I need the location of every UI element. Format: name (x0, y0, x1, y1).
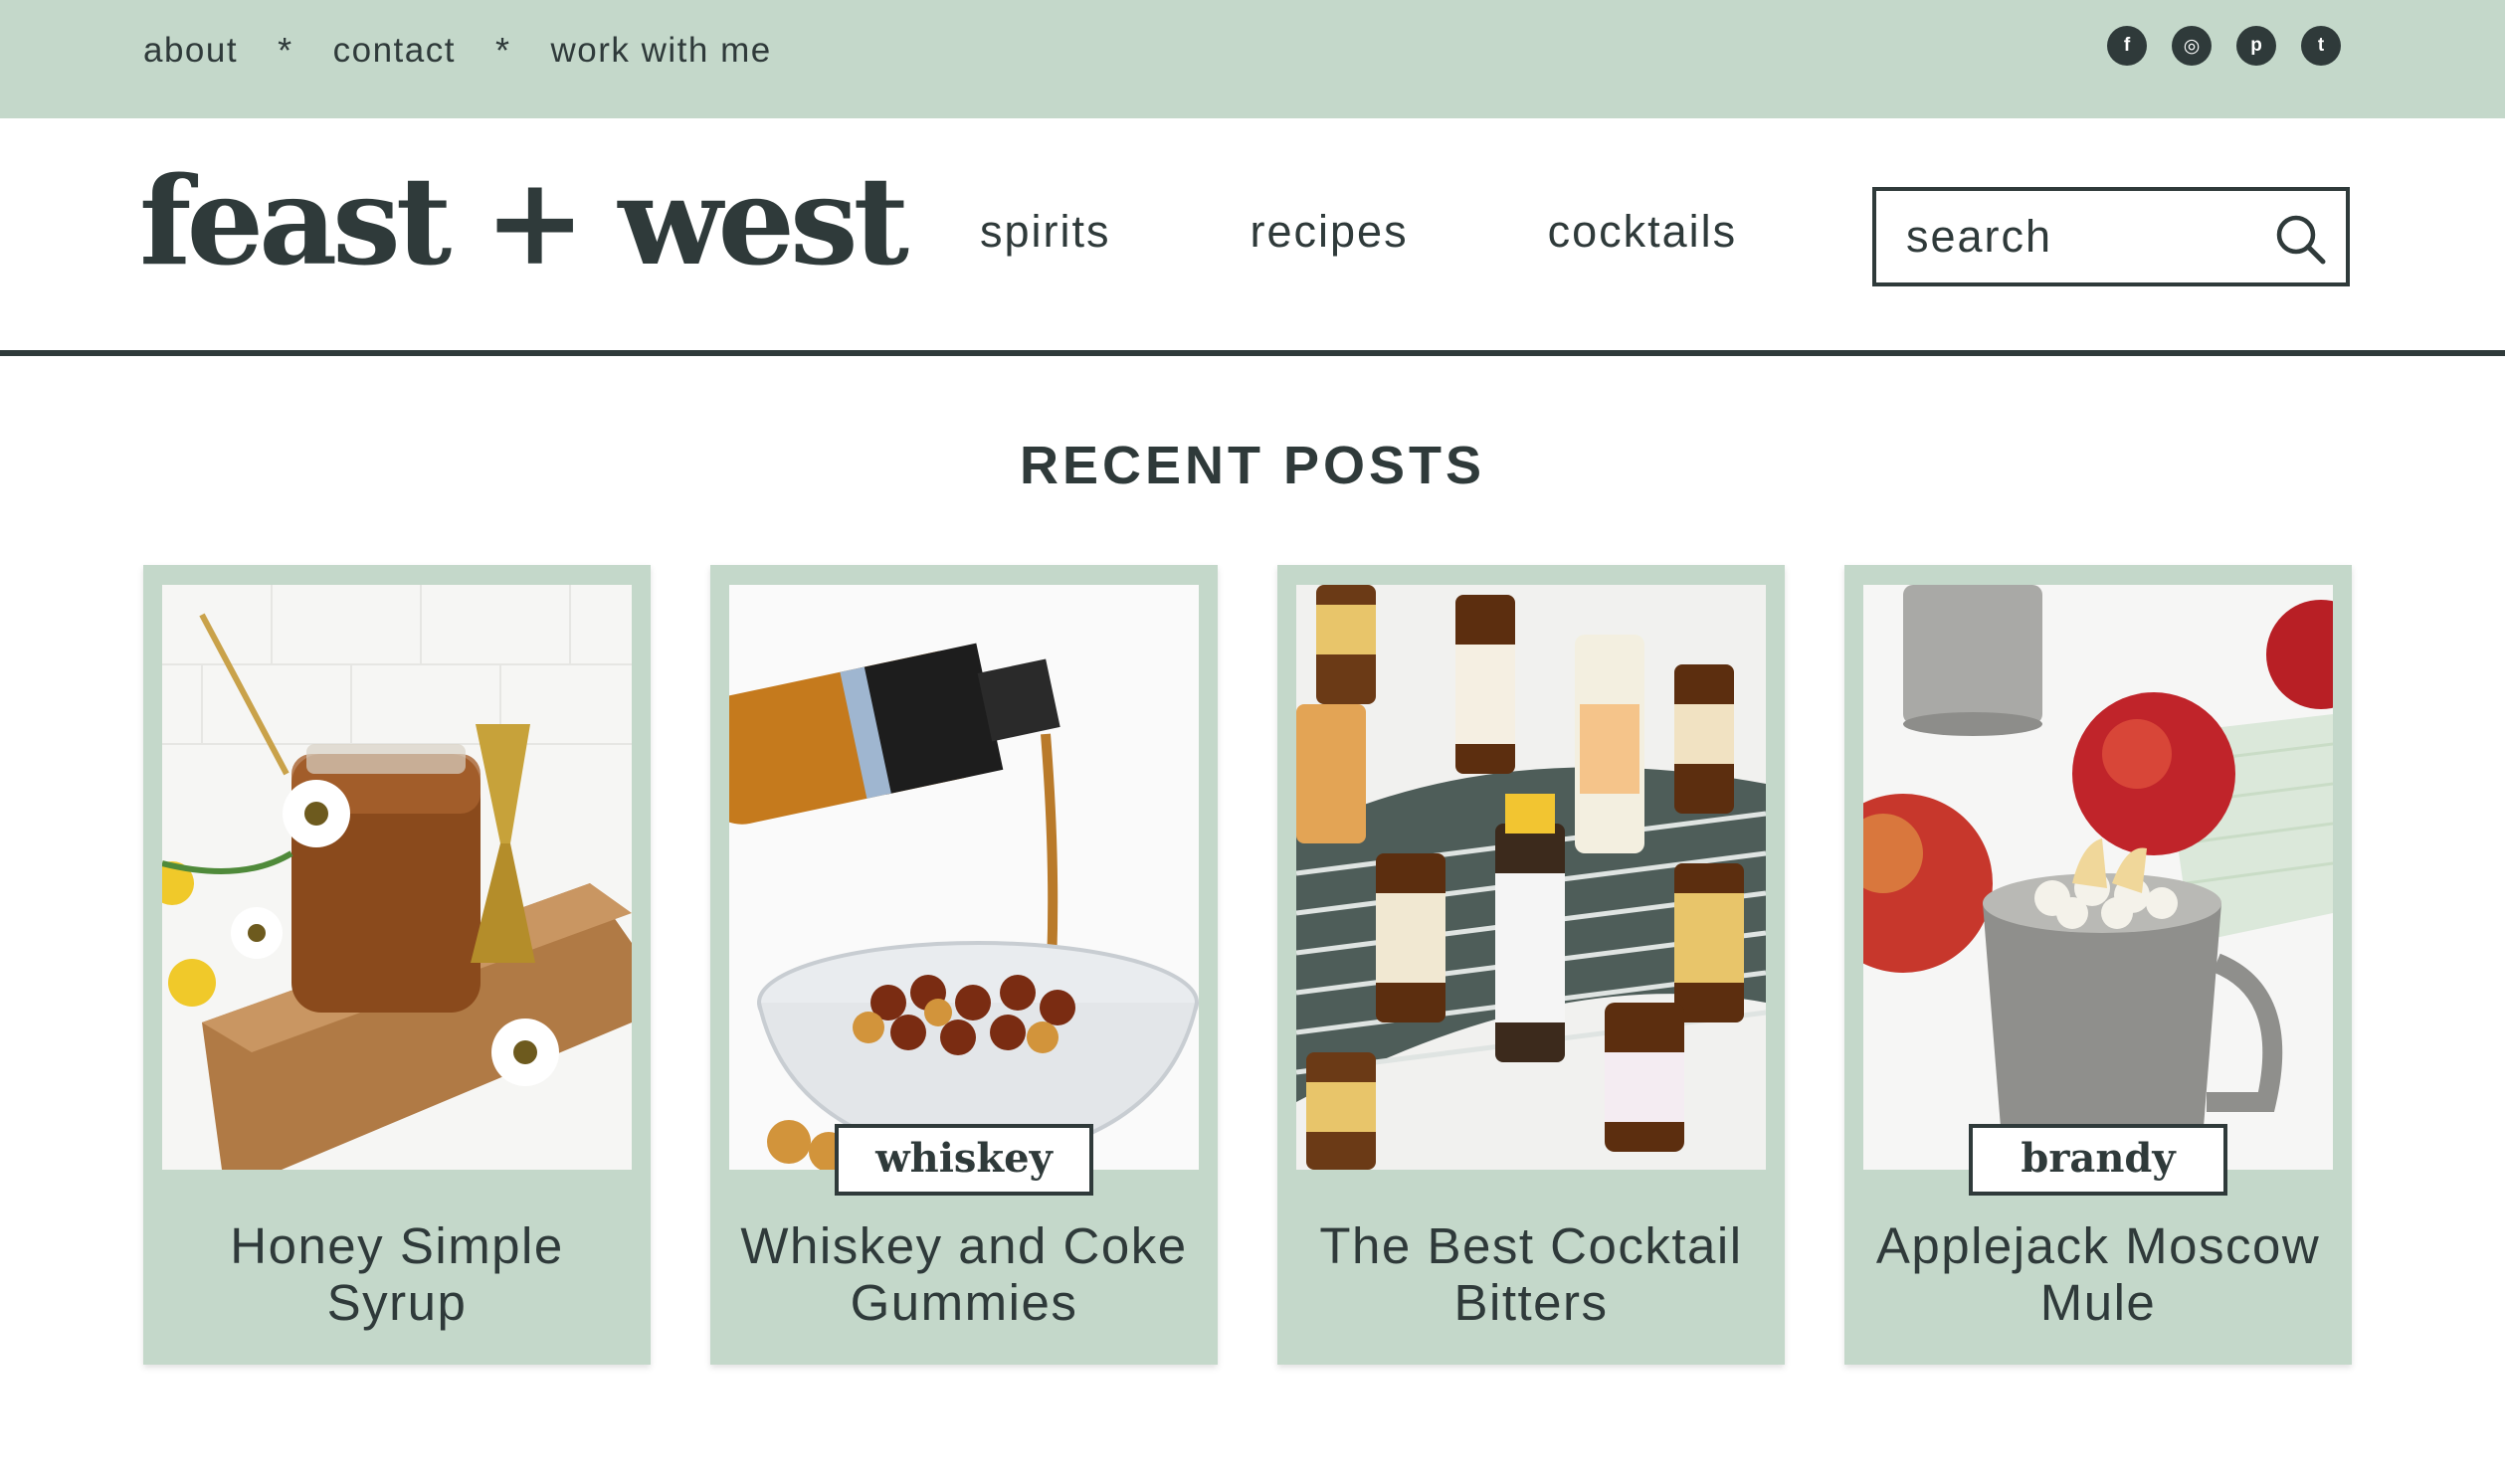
post-title[interactable]: Whiskey and Coke Gummies (730, 1217, 1198, 1331)
post-card[interactable]: brandy Applejack Moscow Mule (1844, 565, 2352, 1365)
nav-cocktails[interactable]: cocktails (1548, 206, 1738, 258)
twitter-icon[interactable]: t (2301, 26, 2341, 66)
separator: * (494, 30, 511, 71)
search-box (1872, 187, 2350, 286)
cocktail-bitters-photo (1296, 585, 1766, 1170)
top-bar: about * contact * work with me f ◎ p t (0, 0, 2505, 118)
header-divider (0, 350, 2505, 356)
site-logo[interactable]: feast + west (139, 160, 909, 281)
moscow-mule-photo (1863, 585, 2333, 1170)
pinterest-icon[interactable]: p (2236, 26, 2276, 66)
search-icon[interactable] (2272, 211, 2328, 267)
work-with-me-link[interactable]: work with me (550, 31, 771, 71)
whiskey-gummies-photo (729, 585, 1199, 1170)
separator: * (278, 30, 293, 71)
instagram-icon[interactable]: ◎ (2172, 26, 2212, 66)
main-nav: spirits recipes cocktails (980, 206, 1737, 258)
search-input[interactable] (1906, 209, 2264, 265)
post-title[interactable]: Honey Simple Syrup (163, 1217, 631, 1331)
post-title[interactable]: Applejack Moscow Mule (1864, 1217, 2332, 1331)
facebook-icon[interactable]: f (2107, 26, 2147, 66)
top-nav: about * contact * work with me (143, 30, 772, 72)
honey-syrup-photo (162, 585, 632, 1170)
nav-recipes[interactable]: recipes (1251, 206, 1409, 258)
post-image[interactable] (1863, 585, 2333, 1170)
post-card[interactable]: The Best Cocktail Bitters (1277, 565, 1785, 1365)
category-badge[interactable]: whiskey (835, 1124, 1093, 1196)
site-header: feast + west spirits recipes cocktails (0, 118, 2505, 357)
post-image[interactable] (162, 585, 632, 1170)
about-link[interactable]: about (143, 31, 238, 71)
post-card[interactable]: whiskey Whiskey and Coke Gummies (710, 565, 1218, 1365)
contact-link[interactable]: contact (333, 31, 456, 71)
post-card[interactable]: Honey Simple Syrup (143, 565, 651, 1365)
post-image[interactable] (729, 585, 1199, 1170)
post-image[interactable] (1296, 585, 1766, 1170)
post-title[interactable]: The Best Cocktail Bitters (1297, 1217, 1765, 1331)
social-links: f ◎ p t (2107, 26, 2341, 66)
category-badge[interactable]: brandy (1969, 1124, 2227, 1196)
nav-spirits[interactable]: spirits (980, 206, 1111, 258)
recent-posts-heading: RECENT POSTS (1019, 436, 1486, 495)
